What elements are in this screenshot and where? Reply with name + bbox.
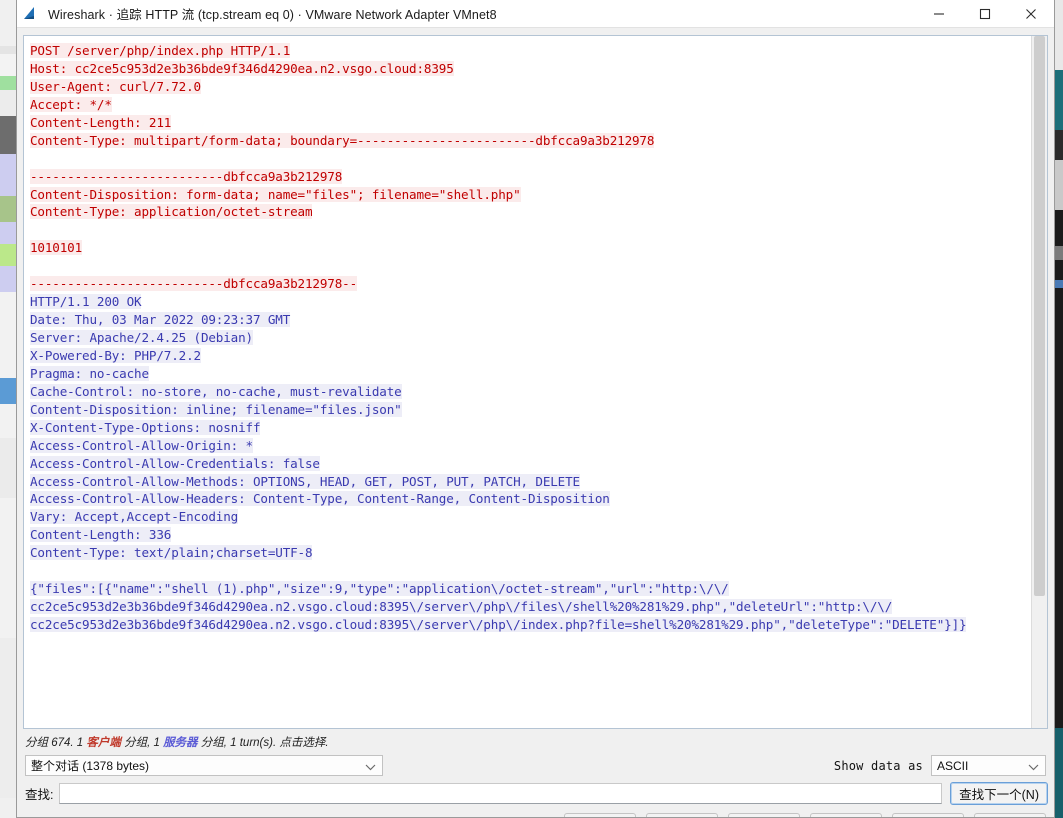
stream-vertical-scrollbar[interactable]	[1031, 36, 1047, 728]
bg-strip	[0, 46, 16, 54]
maximize-button[interactable]	[962, 0, 1008, 27]
minimize-button[interactable]	[916, 0, 962, 27]
bg-strip	[0, 154, 16, 196]
stream-range-value: 整个对话 (1378 bytes)	[31, 759, 150, 773]
filter-stream-button[interactable]: 过滤此流	[563, 813, 636, 817]
stream-line	[30, 221, 1027, 239]
stream-line: Pragma: no-cache	[30, 365, 149, 381]
bg-strip	[0, 76, 16, 90]
stream-line: {"files":[{"name":"shell (1).php","size"…	[30, 581, 729, 597]
stream-line: Accept: */*	[30, 96, 112, 112]
status-suffix: 分组, 1 turn(s). 点击选择.	[197, 737, 329, 749]
bg-strip	[0, 498, 16, 638]
scrollbar-thumb[interactable]	[1034, 36, 1045, 596]
find-input[interactable]	[59, 783, 943, 804]
bg-strip	[0, 438, 16, 498]
stream-line: Content-Length: 211	[30, 114, 172, 130]
close-button[interactable]	[1008, 0, 1054, 27]
bg-strip	[0, 266, 16, 292]
chevron-down-icon	[1028, 764, 1039, 771]
find-label: 查找:	[25, 788, 54, 802]
stream-line: Content-Type: multipart/form-data; bound…	[30, 132, 655, 148]
show-data-as-select[interactable]: ASCII	[931, 755, 1046, 776]
stream-line: X-Content-Type-Options: nosniff	[30, 419, 261, 435]
close-dialog-button[interactable]: 关闭	[892, 813, 964, 817]
bg-strip	[0, 196, 16, 222]
bg-strip	[0, 292, 16, 378]
status-prefix: 分组 674. 1	[25, 737, 87, 749]
status-client-label: 客户端	[86, 737, 121, 749]
help-button[interactable]: 帮助	[974, 813, 1046, 817]
bg-strip	[0, 116, 16, 154]
bg-strip	[0, 222, 16, 244]
stream-line: HTTP/1.1 200 OK	[30, 294, 142, 310]
stream-line: Date: Thu, 03 Mar 2022 09:23:37 GMT	[30, 312, 291, 328]
stream-text[interactable]: POST /server/php/index.php HTTP/1.1 Host:…	[24, 36, 1031, 728]
bg-strip	[0, 90, 16, 116]
find-next-button[interactable]: 查找下一个(N)	[950, 782, 1048, 805]
bg-strip	[0, 638, 16, 798]
wireshark-fin-icon	[23, 6, 41, 22]
bg-strip	[0, 378, 16, 404]
stream-line: --------------------------dbfcca9a3b2129…	[30, 276, 358, 292]
bg-strip	[0, 244, 16, 266]
bg-strip	[0, 54, 16, 76]
status-server-label: 服务器	[163, 737, 198, 749]
stream-line: Content-Disposition: inline; filename="f…	[30, 401, 402, 417]
stream-line: cc2ce5c953d2e3b36bde9f346d4290ea.n2.vsgo…	[30, 617, 967, 632]
status-mid: 分组, 1	[120, 737, 164, 749]
stream-line: --------------------------dbfcca9a3b2129…	[30, 168, 343, 184]
show-data-as-label: Show data as	[833, 758, 923, 773]
stream-line: Server: Apache/2.4.25 (Debian)	[30, 330, 253, 345]
title-bar: Wireshark · 追踪 HTTP 流 (tcp.stream eq 0) …	[17, 0, 1054, 28]
bg-strip	[0, 0, 16, 46]
stream-line	[30, 150, 1027, 168]
stream-line: Content-Length: 336	[30, 527, 172, 543]
stream-line: Content-Type: text/plain;charset=UTF-8	[30, 545, 313, 561]
selector-row: 整个对话 (1378 bytes) Show data as ASCII	[17, 755, 1054, 776]
http-stream-dialog: Wireshark · 追踪 HTTP 流 (tcp.stream eq 0) …	[16, 0, 1055, 818]
stream-line: Access-Control-Allow-Methods: OPTIONS, H…	[30, 473, 580, 489]
bg-strip	[0, 404, 16, 438]
stream-line: Access-Control-Allow-Credentials: false	[30, 455, 320, 471]
print-button[interactable]: 打印	[645, 813, 718, 817]
stream-line: User-Agent: curl/7.72.0	[30, 78, 201, 94]
stream-line: 1010101	[30, 240, 83, 256]
stream-content-panel[interactable]: POST /server/php/index.php HTTP/1.1 Host:…	[23, 35, 1048, 729]
stream-status-text: 分组 674. 1 客户端 分组, 1 服务器 分组, 1 turn(s). 点…	[25, 734, 1054, 750]
stream-line: Cache-Control: no-store, no-cache, must-…	[30, 383, 402, 399]
background-window-left	[0, 0, 17, 818]
save-as-button[interactable]: 另存为…	[727, 813, 800, 817]
back-button[interactable]: 返回	[810, 813, 882, 817]
stream-line	[30, 562, 1027, 580]
find-row: 查找: 查找下一个(N)	[17, 782, 1054, 805]
stream-line: cc2ce5c953d2e3b36bde9f346d4290ea.n2.vsgo…	[30, 599, 893, 615]
stream-line	[30, 257, 1027, 275]
window-controls	[916, 0, 1054, 27]
stream-line: POST /server/php/index.php HTTP/1.1	[30, 43, 291, 58]
stream-line: Content-Disposition: form-data; name="fi…	[30, 186, 521, 202]
stream-line: Vary: Accept,Accept-Encoding	[30, 509, 239, 525]
stream-line: X-Powered-By: PHP/7.2.2	[30, 347, 201, 363]
window-title: Wireshark · 追踪 HTTP 流 (tcp.stream eq 0) …	[48, 8, 497, 22]
chevron-down-icon	[365, 764, 376, 771]
stream-line: Access-Control-Allow-Origin: *	[30, 437, 253, 453]
stream-line: Host: cc2ce5c953d2e3b36bde9f346d4290ea.n…	[30, 60, 454, 76]
show-data-as-value: ASCII	[937, 758, 969, 773]
stream-line: Content-Type: application/octet-stream	[30, 204, 313, 220]
dialog-button-row: 过滤此流 打印 另存为… 返回 关闭 帮助	[17, 813, 1054, 817]
stream-line: Access-Control-Allow-Headers: Content-Ty…	[30, 491, 610, 507]
stream-range-select[interactable]: 整个对话 (1378 bytes)	[25, 755, 383, 776]
